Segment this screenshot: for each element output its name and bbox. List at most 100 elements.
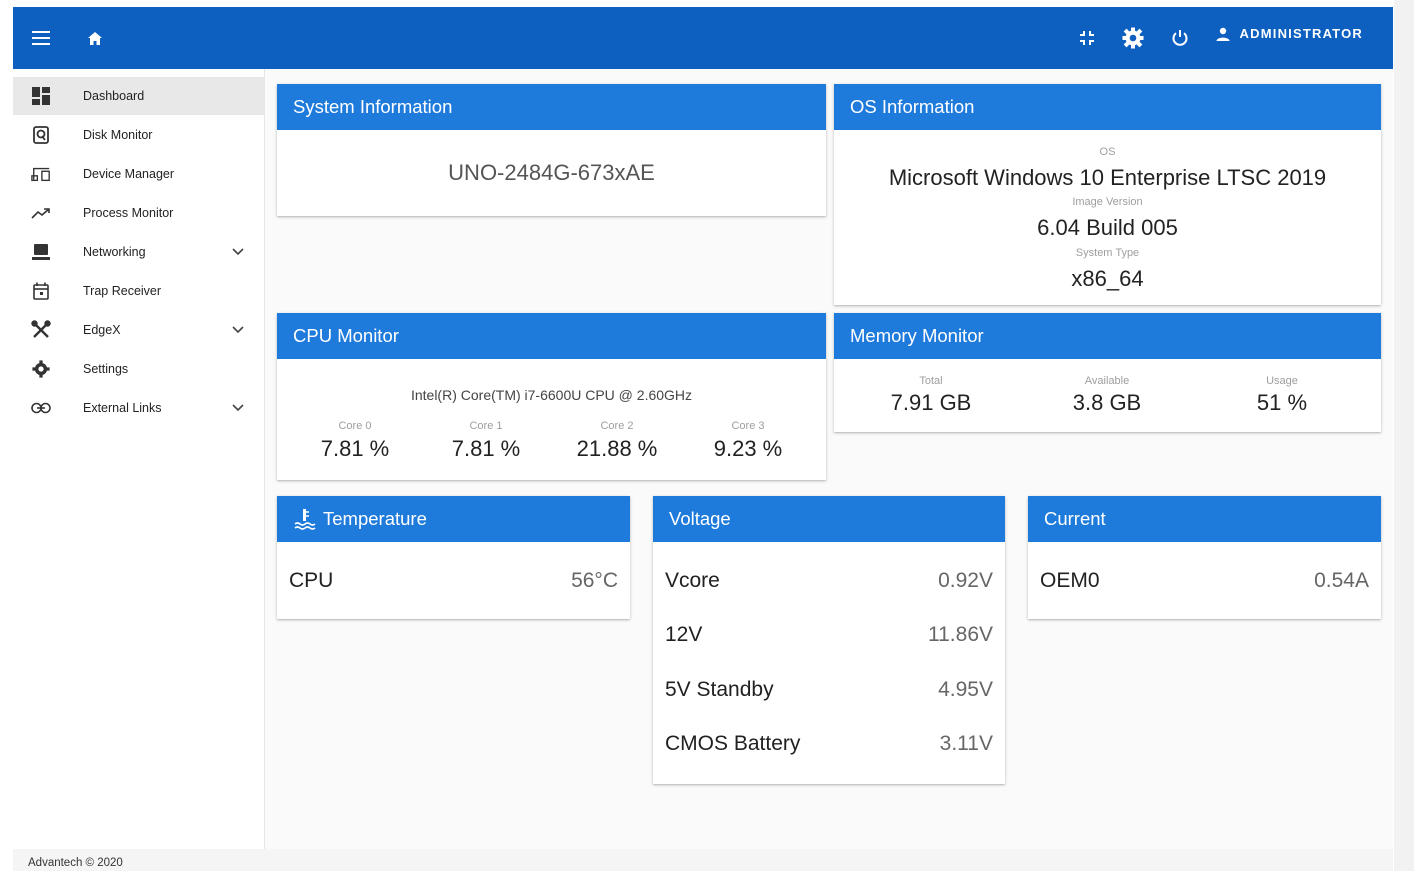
devices-icon [31,164,51,184]
menu-icon[interactable] [27,24,55,52]
core-1: Core 1 7.81 % [421,420,551,462]
usage-label: Usage [1266,375,1298,387]
voltage-row: 12V 11.86V [665,623,993,647]
system-type-label: System Type [1075,247,1140,259]
temperature-card: Temperature CPU 56°C [277,496,630,619]
computer-icon [31,242,51,262]
sensor-value: 56°C [571,569,618,592]
app-window: ADMINISTRATOR Dashboard Disk Monitor Dev… [13,7,1393,871]
sensor-name: CMOS Battery [665,732,801,755]
core-value: 7.81 % [451,436,521,461]
os-label: OS [1099,146,1116,158]
model-name: UNO-2484G-673xAE [448,160,655,185]
scrollbar-track[interactable] [1394,0,1414,871]
card-title: Memory Monitor [834,313,1381,359]
core-label: Core 1 [469,420,503,432]
user-name: ADMINISTRATOR [1239,26,1363,41]
sensor-name: OEM0 [1040,569,1100,592]
footer: Advantech © 2020 [13,849,1393,871]
system-type-value: x86_64 [1071,266,1144,291]
voltage-row: Vcore 0.92V [665,569,993,593]
core-value: 7.81 % [320,436,390,461]
sidebar: Dashboard Disk Monitor Device Manager Pr… [13,69,265,849]
card-title: System Information [277,84,826,130]
core-2: Core 2 21.88 % [552,420,682,462]
chevron-down-icon[interactable] [229,399,247,417]
sidebar-item-label: Networking [83,245,146,259]
current-card: Current OEM0 0.54A [1028,496,1381,619]
sidebar-item-settings[interactable]: Settings [13,350,265,388]
os-value: Microsoft Windows 10 Enterprise LTSC 201… [888,165,1327,190]
sidebar-item-external-links[interactable]: External Links [13,389,265,427]
card-title: Temperature [323,508,427,529]
dashboard-icon [31,86,51,106]
sensor-name: 12V [665,623,703,646]
sidebar-item-label: Process Monitor [83,206,174,220]
current-row: OEM0 0.54A [1040,569,1369,593]
memory-monitor-card: Memory Monitor Total 7.91 GB Available 3… [834,313,1381,432]
fullscreen-exit-icon[interactable] [1073,24,1101,52]
core-label: Core 0 [338,420,372,432]
card-title: Current [1028,496,1381,542]
chevron-down-icon[interactable] [229,243,247,261]
sidebar-item-process-monitor[interactable]: Process Monitor [13,194,265,232]
card-header: Temperature [277,496,630,542]
copyright-text: Advantech © 2020 [28,857,123,869]
disk-icon [31,125,51,145]
home-icon[interactable] [81,24,109,52]
sidebar-item-device-manager[interactable]: Device Manager [13,155,265,193]
core-0: Core 0 7.81 % [290,420,420,462]
available-label: Available [1084,375,1130,387]
sensor-name: CPU [289,569,334,592]
cpu-model: Intel(R) Core(TM) i7-6600U CPU @ 2.60GHz [410,387,693,403]
sensor-value: 11.86V [928,623,993,646]
gear-icon [31,359,51,379]
memory-usage: Usage 51 % [1197,375,1367,416]
sidebar-item-edgex[interactable]: EdgeX [13,311,265,349]
voltage-row: 5V Standby 4.95V [665,678,993,702]
sidebar-item-label: External Links [83,401,162,415]
sensor-value: 4.95V [938,678,993,701]
sensor-name: 5V Standby [665,678,774,701]
card-title: OS Information [834,84,1381,130]
sensor-value: 0.54A [1314,569,1369,592]
power-icon[interactable] [1166,24,1194,52]
sidebar-item-dashboard[interactable]: Dashboard [13,77,265,115]
sidebar-item-label: Dashboard [83,89,145,103]
image-version-label: Image Version [1072,196,1143,208]
link-icon [31,398,51,418]
sensor-value: 0.92V [938,569,993,592]
sidebar-item-label: Disk Monitor [83,128,153,142]
account-icon [1216,27,1230,41]
core-value: 21.88 % [576,436,658,461]
sidebar-item-label: Device Manager [83,167,175,181]
core-3: Core 3 9.23 % [683,420,813,462]
total-value: 7.91 GB [890,390,972,415]
settings-gear-icon[interactable] [1119,24,1147,52]
tools-icon [31,320,51,340]
core-label: Core 2 [600,420,634,432]
top-app-bar: ADMINISTRATOR [13,7,1393,69]
chevron-down-icon[interactable] [229,321,247,339]
user-menu[interactable]: ADMINISTRATOR [1216,26,1363,41]
os-information-card: OS Information OS Microsoft Windows 10 E… [834,84,1381,305]
thermometer-icon [294,509,316,530]
sensor-name: Vcore [665,569,720,592]
core-value: 9.23 % [713,436,783,461]
card-title: Voltage [653,496,1005,542]
sidebar-item-label: EdgeX [83,323,121,337]
cpu-monitor-card: CPU Monitor Intel(R) Core(TM) i7-6600U C… [277,313,826,480]
core-label: Core 3 [731,420,765,432]
total-label: Total [919,375,943,387]
sidebar-item-networking[interactable]: Networking [13,233,265,271]
sidebar-item-disk-monitor[interactable]: Disk Monitor [13,116,265,154]
memory-available: Available 3.8 GB [1022,375,1192,416]
sidebar-item-trap-receiver[interactable]: Trap Receiver [13,272,265,310]
trending-up-icon [31,203,51,223]
temperature-row: CPU 56°C [289,569,618,593]
card-title: CPU Monitor [277,313,826,359]
sensor-value: 3.11V [939,732,993,755]
memory-total: Total 7.91 GB [846,375,1016,416]
voltage-card: Voltage Vcore 0.92V 12V 11.86V 5V Standb… [653,496,1005,784]
image-version-value: 6.04 Build 005 [1037,215,1178,240]
